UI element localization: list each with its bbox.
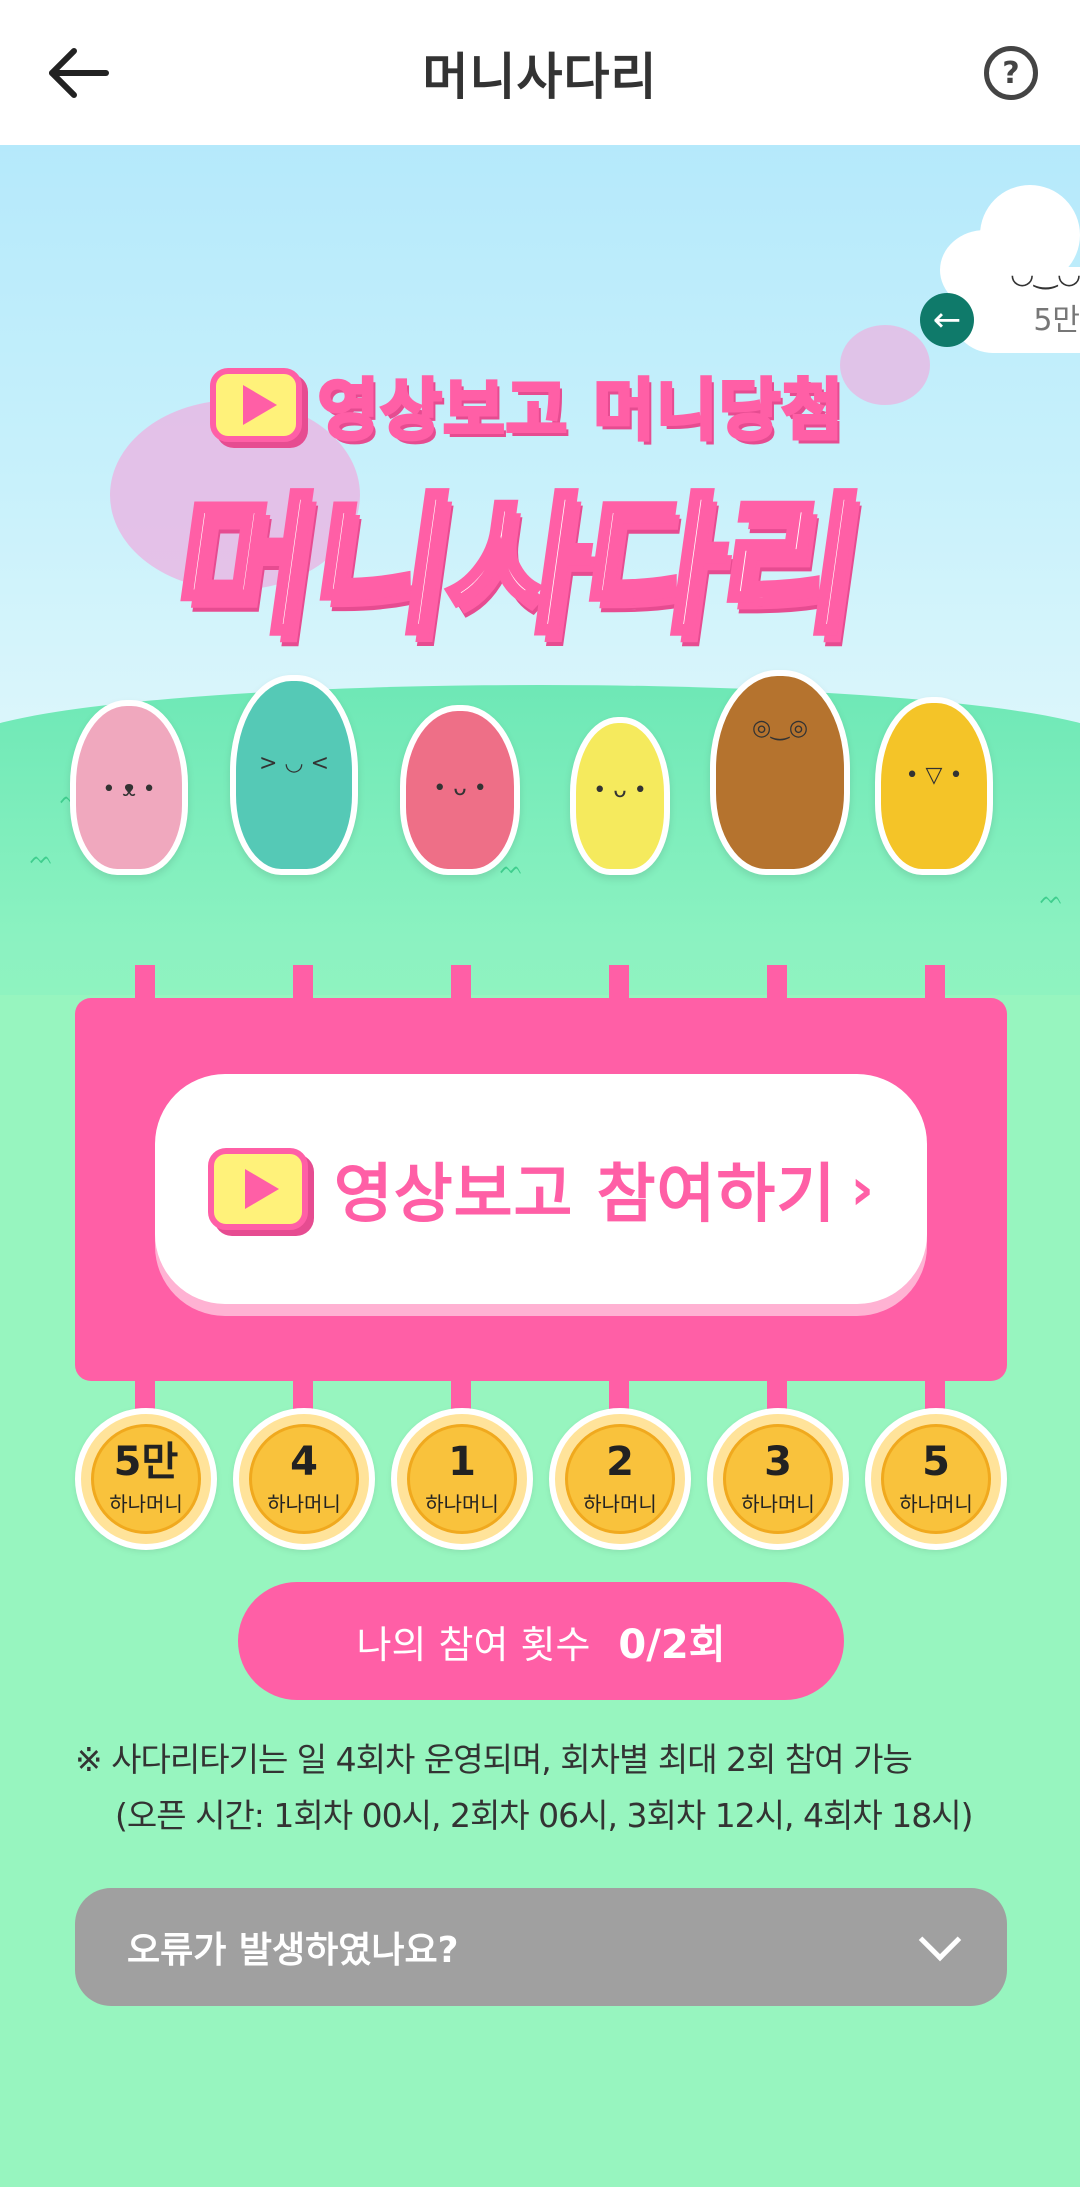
- prize-amount: 4: [290, 1438, 318, 1485]
- schedule-notice: ※ 사다리타기는 일 4회차 운영되며, 회차별 최대 2회 참여 가능 (오픈…: [75, 1732, 1035, 1844]
- smile-face-icon: ◡‿◡: [1010, 257, 1080, 290]
- prize-unit: 하나머니: [425, 1491, 499, 1516]
- hero-banner: ᨓ ᨓ ᨓ ᨓ ᨓ ◡‿◡ 5만 ← 영상보고 머니당첨 머니사다리 • ᴥ •…: [0, 145, 1080, 995]
- cloud-reward-widget[interactable]: ◡‿◡ 5만: [880, 185, 1080, 353]
- prize-unit: 하나머니: [741, 1491, 815, 1516]
- brown-bear-character: ◎‿◎: [710, 670, 850, 875]
- cloud-reward-amount: 5만: [1033, 303, 1080, 338]
- error-report-label: 오류가 발생하였나요?: [127, 1930, 459, 1971]
- yellow-dog-character: • ▽ •: [875, 697, 993, 875]
- cloud-toggle-button[interactable]: ←: [920, 293, 974, 347]
- prize-medal: 1 하나머니: [391, 1408, 533, 1550]
- logo-title: 머니사다리: [162, 477, 873, 658]
- prize-unit: 하나머니: [267, 1491, 341, 1516]
- back-button[interactable]: [40, 38, 120, 108]
- prize-amount: 2: [606, 1438, 634, 1485]
- question-circle-icon: ?: [1002, 55, 1020, 91]
- mint-bunny-character: > ◡ <: [230, 675, 358, 875]
- error-report-accordion[interactable]: 오류가 발생하였나요?: [75, 1888, 1007, 2006]
- help-button[interactable]: ?: [984, 46, 1038, 100]
- app-header: 머니사다리 ?: [0, 0, 1080, 145]
- play-icon: [207, 1148, 308, 1230]
- grass-tuft-icon: ᨓ: [1040, 885, 1064, 909]
- watch-video-participate-button[interactable]: 영상보고 참여하기 ›: [155, 1074, 927, 1304]
- grass-tuft-icon: ᨓ: [30, 845, 54, 869]
- ladder-board: 영상보고 참여하기 ›: [75, 998, 1007, 1381]
- yellow-chick-character: • ᴗ •: [570, 717, 670, 875]
- prize-amount: 1: [448, 1438, 476, 1485]
- pink-cat-character: • ᴥ •: [70, 700, 188, 875]
- prize-unit: 하나머니: [109, 1491, 183, 1516]
- arrow-left-icon: ←: [932, 300, 962, 340]
- play-icon: [210, 368, 302, 442]
- participation-label: 나의 참여 횟수: [356, 1622, 591, 1667]
- prize-unit: 하나머니: [583, 1491, 657, 1516]
- arrow-left-icon: [49, 48, 109, 98]
- page-title: 머니사다리: [422, 47, 658, 106]
- participation-value: 0/2회: [618, 1622, 726, 1668]
- red-bear-character: • ᴗ •: [400, 705, 520, 875]
- prize-medal: 4 하나머니: [233, 1408, 375, 1550]
- prize-amount: 3: [764, 1438, 792, 1485]
- chevron-down-icon: [918, 1918, 962, 1962]
- ladder-posts-bottom: [0, 1378, 1080, 1412]
- prize-medal: 5 하나머니: [865, 1408, 1007, 1550]
- notice-line-2: (오픈 시간: 1회차 00시, 2회차 06시, 3회차 12시, 4회차 1…: [115, 1796, 973, 1835]
- logo-subtitle: 영상보고 머니당첨: [210, 357, 845, 453]
- logo-subtitle-text: 영상보고 머니당첨: [316, 370, 845, 451]
- prize-medal: 2 하나머니: [549, 1408, 691, 1550]
- participation-count-badge: 나의 참여 횟수 0/2회: [238, 1582, 844, 1700]
- prize-unit: 하나머니: [899, 1491, 973, 1516]
- prize-medals: 5만 하나머니 4 하나머니 1 하나머니 2 하나머니 3 하나머니 5 하나…: [75, 1408, 1007, 1553]
- prize-medal: 3 하나머니: [707, 1408, 849, 1550]
- prize-medal: 5만 하나머니: [75, 1408, 217, 1550]
- notice-line-1: ※ 사다리타기는 일 4회차 운영되며, 회차별 최대 2회 참여 가능: [75, 1740, 913, 1779]
- decor-blob: [840, 325, 930, 405]
- prize-amount: 5: [922, 1438, 950, 1485]
- chevron-right-icon: ›: [850, 1155, 875, 1223]
- cta-label: 영상보고 참여하기: [333, 1158, 837, 1232]
- character-row: • ᴥ • > ◡ < • ᴗ • • ᴗ • ◎‿◎ • ▽ •: [70, 645, 1010, 875]
- prize-amount: 5만: [113, 1438, 179, 1485]
